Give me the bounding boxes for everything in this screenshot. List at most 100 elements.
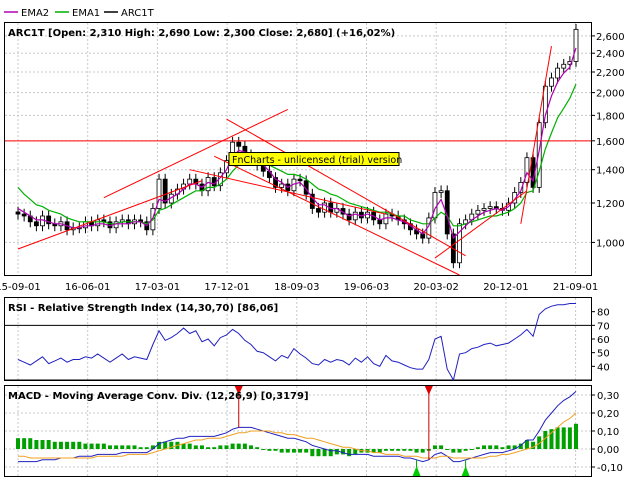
candle-body <box>187 178 193 185</box>
macd-tick-label: 0,00 <box>597 445 619 456</box>
candle-body <box>561 63 567 69</box>
candle-body <box>549 77 554 87</box>
macd-histogram-bar <box>132 445 137 449</box>
price-panel-frame <box>4 22 592 276</box>
macd-histogram-bar <box>138 447 143 449</box>
macd-histogram-bar <box>126 445 131 449</box>
macd-histogram-bar <box>114 445 119 449</box>
macd-histogram-bar <box>273 449 278 451</box>
legend-ema2-label: EMA2 <box>21 8 49 19</box>
price-tick-label: 1,000 <box>596 238 625 249</box>
candle-body <box>236 141 242 147</box>
rsi-panel-title: RSI - Relative Strength Index (14,30,70)… <box>8 303 278 314</box>
macd-histogram-bar <box>212 447 217 449</box>
macd-histogram-bar <box>469 449 474 450</box>
macd-histogram-bar <box>494 445 499 449</box>
macd-histogram-bar <box>163 441 168 449</box>
rsi-tick-label: 80 <box>597 308 610 319</box>
macd-tick-label: 0,10 <box>597 427 619 438</box>
macd-tick-label: 0,20 <box>597 409 619 420</box>
x-tick-label: 19-06-03 <box>344 282 389 293</box>
legend-arc1t-label: ARC1T <box>121 8 155 19</box>
macd-histogram-bar <box>567 427 572 449</box>
price-tick-label: 2,400 <box>596 49 625 60</box>
macd-histogram-bar <box>451 449 456 453</box>
macd-histogram-bar <box>107 445 112 449</box>
macd-histogram-bar <box>83 443 88 449</box>
macd-histogram-bar <box>58 441 63 449</box>
macd-histogram-bar <box>457 449 462 453</box>
macd-histogram-bar <box>261 449 266 450</box>
price-tick-label: 2,200 <box>596 68 625 79</box>
x-tick-label: 17-12-01 <box>204 282 249 293</box>
macd-histogram-bar <box>22 438 27 449</box>
candle-body <box>457 223 462 264</box>
candle-body <box>162 178 168 204</box>
macd-histogram-bar <box>396 449 401 451</box>
price-tick-label: 1,600 <box>596 137 625 148</box>
macd-histogram-bar <box>408 449 413 451</box>
price-tick-label: 1,800 <box>596 111 625 122</box>
macd-histogram-bar <box>316 449 321 457</box>
macd-histogram-bar <box>65 441 70 449</box>
chart-canvas: EMA2 EMA1 ARC1T 15-09-01 16-06-01 17-03-01… <box>0 8 625 477</box>
macd-histogram-bar <box>34 440 39 449</box>
price-tick-label: 2,600 <box>596 32 625 43</box>
macd-histogram-bar <box>249 445 254 449</box>
rsi-tick-label: 40 <box>597 362 610 373</box>
macd-tick-label: 0,30 <box>597 391 619 402</box>
macd-histogram-bar <box>144 447 149 449</box>
rsi-tick-label: 50 <box>597 349 610 360</box>
legend: EMA2 EMA1 ARC1T <box>4 8 155 19</box>
macd-histogram-bar <box>206 447 211 449</box>
macd-histogram-bar <box>101 443 106 449</box>
macd-histogram-bar <box>555 427 560 449</box>
macd-histogram-bar <box>236 443 241 449</box>
candle-body <box>475 209 481 215</box>
x-tick-label: 15-09-01 <box>0 282 41 293</box>
x-tick-label: 21-09-01 <box>553 282 598 293</box>
macd-histogram-bar <box>89 443 94 449</box>
macd-histogram-bar <box>230 443 235 449</box>
candle-body <box>279 183 285 188</box>
macd-histogram-bar <box>267 449 272 451</box>
macd-histogram-bar <box>390 449 395 451</box>
x-tick-label: 16-06-01 <box>65 282 110 293</box>
candle-body <box>316 208 321 213</box>
price-tick-label: 1,200 <box>596 199 625 210</box>
macd-histogram-bar <box>279 449 284 453</box>
macd-histogram-bar <box>445 449 450 450</box>
macd-histogram-bar <box>414 449 419 453</box>
macd-histogram-bar <box>347 449 352 457</box>
macd-histogram-bar <box>574 423 578 449</box>
x-tick-label: 17-03-01 <box>135 282 180 293</box>
macd-histogram-bar <box>463 449 468 451</box>
macd-histogram-bar <box>298 449 303 453</box>
macd-histogram-bar <box>95 443 100 449</box>
macd-histogram-bar <box>242 443 247 449</box>
macd-histogram-bar <box>475 447 480 449</box>
macd-histogram-bar <box>285 449 290 453</box>
legend-ema1-label: EMA1 <box>72 8 100 19</box>
candle-body <box>555 67 561 79</box>
macd-histogram-bar <box>383 449 388 451</box>
macd-histogram-bar <box>322 449 327 457</box>
macd-histogram-bar <box>506 445 511 449</box>
macd-tick-label: -0,10 <box>597 463 623 474</box>
macd-histogram-bar <box>193 445 198 449</box>
macd-histogram-bar <box>224 445 229 449</box>
rsi-tick-label: 60 <box>597 335 610 346</box>
macd-histogram-bar <box>77 441 82 449</box>
candle-body <box>481 208 487 211</box>
macd-histogram-bar <box>16 438 20 449</box>
macd-histogram-bar <box>310 449 315 457</box>
candle-body <box>573 28 579 62</box>
macd-histogram-bar <box>402 449 407 451</box>
macd-histogram-bar <box>52 441 57 449</box>
macd-histogram-bar <box>482 445 487 449</box>
rsi-tick-label: 70 <box>597 321 610 332</box>
x-tick-label: 18-09-03 <box>274 282 319 293</box>
macd-histogram-bar <box>304 449 309 453</box>
candle-body <box>15 211 21 215</box>
macd-histogram-bar <box>439 445 444 449</box>
